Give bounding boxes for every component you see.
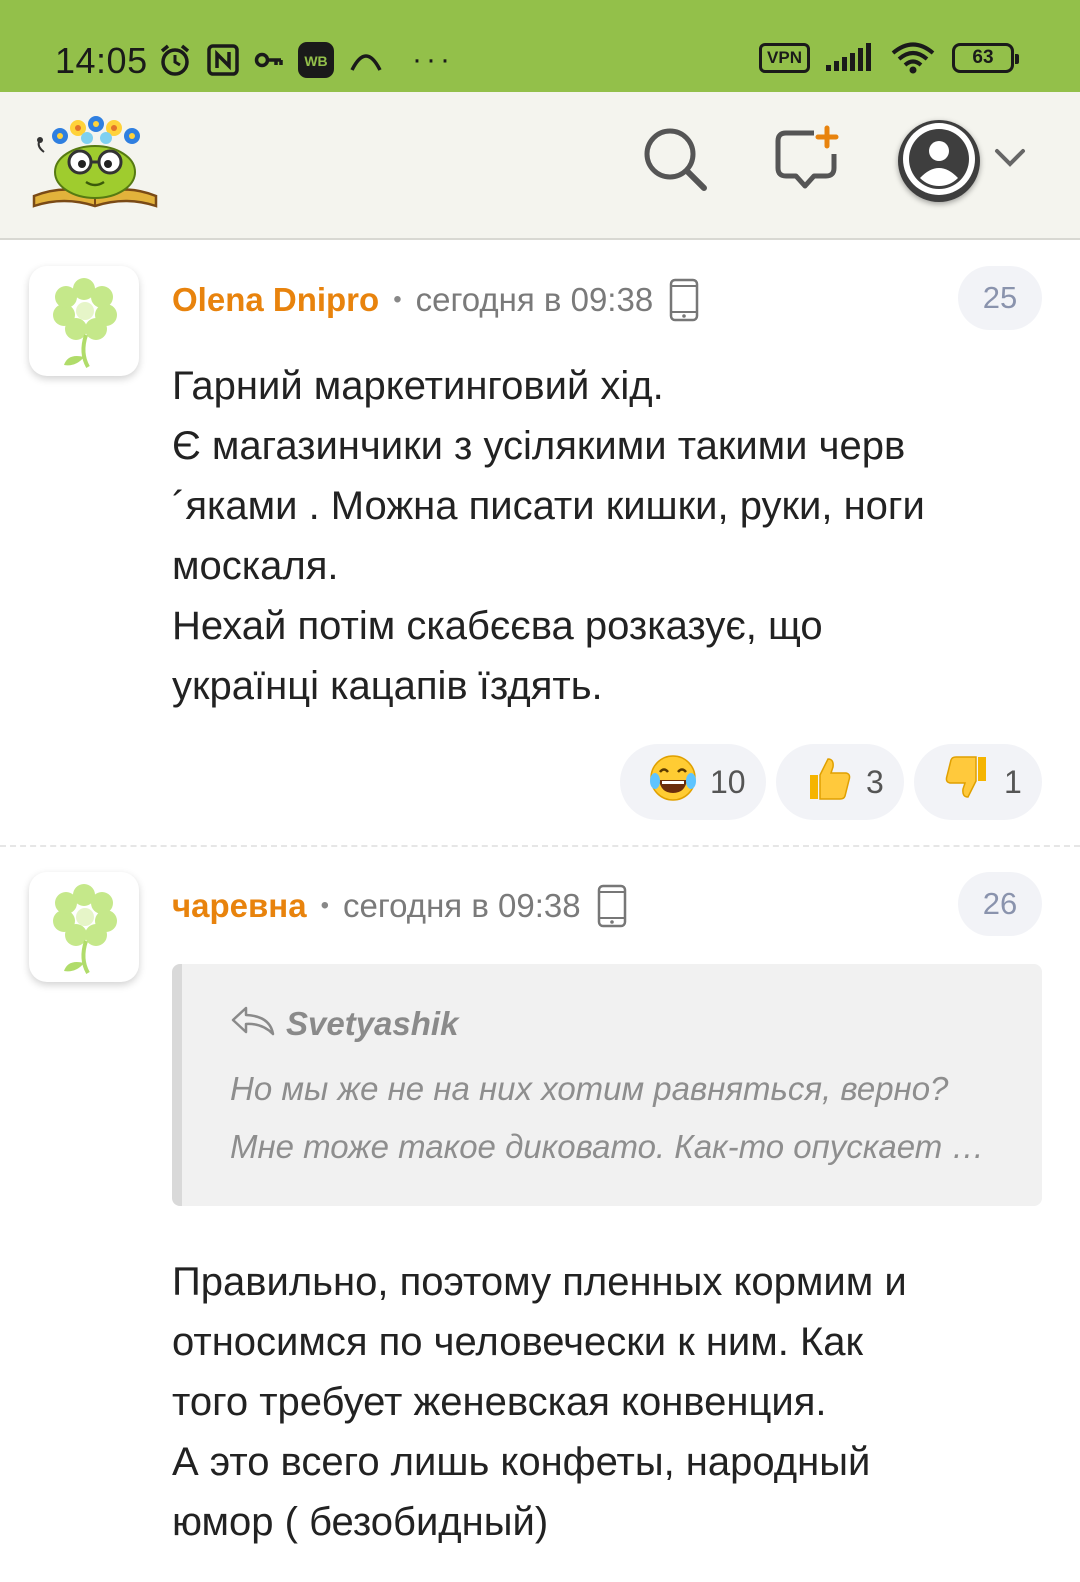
- quote-author[interactable]: Svetyashik: [286, 1005, 458, 1043]
- comment-meta: чаревна • сегодня в 09:38: [172, 881, 627, 931]
- signal-icon: [826, 43, 874, 73]
- thumbs-down-icon: [942, 753, 992, 811]
- avatar[interactable]: [29, 872, 139, 982]
- search-button[interactable]: [640, 126, 710, 196]
- comment-line: относимся по человечески к ним. Как: [172, 1320, 864, 1364]
- quote-header: Svetyashik: [230, 1004, 458, 1043]
- laughing-emoji-icon: [648, 753, 698, 811]
- flower-icon: [53, 278, 117, 368]
- status-overflow: ···: [412, 43, 454, 76]
- app-header: [0, 92, 1080, 240]
- user-avatar-button[interactable]: [898, 120, 980, 202]
- reaction-laugh-button[interactable]: 10: [620, 744, 766, 820]
- comment-author[interactable]: Olena Dnipro: [172, 281, 379, 319]
- reaction-like-button[interactable]: 3: [776, 744, 904, 820]
- comment-line: Правильно, поэтому пленных кормим и: [172, 1260, 907, 1304]
- comment-meta: Olena Dnipro • сегодня в 09:38: [172, 275, 699, 325]
- comment-25: Olena Dnipro • сегодня в 09:38 25 Гарний…: [0, 242, 1080, 846]
- account-menu-toggle[interactable]: [992, 142, 1028, 178]
- comment-line: ´яками . Можна писати кишки, руки, ноги: [172, 484, 925, 528]
- flower-icon: [53, 884, 117, 974]
- comment-line: москаля.: [172, 544, 339, 588]
- comment-author[interactable]: чаревна: [172, 887, 307, 925]
- avatar[interactable]: [29, 266, 139, 376]
- reply-arrow-icon: [230, 1004, 276, 1043]
- reactions-bar: 10 3 1: [620, 744, 1042, 820]
- reaction-dislike-button[interactable]: 1: [914, 744, 1042, 820]
- meta-separator: •: [320, 892, 330, 919]
- status-bar: 14:05 WB ··· VPN 63: [0, 0, 1080, 92]
- reaction-count: 3: [866, 763, 884, 800]
- comment-divider: [0, 845, 1080, 847]
- comment-number-badge[interactable]: 25: [958, 266, 1042, 330]
- wb-icon: WB: [298, 42, 334, 78]
- comment-body: Правильно, поэтому пленных кормим и отно…: [172, 1252, 1032, 1552]
- status-time: 14:05: [55, 40, 148, 81]
- meta-separator: •: [393, 286, 402, 313]
- reaction-count: 10: [710, 763, 746, 800]
- key-icon: [254, 50, 284, 70]
- comment-time: сегодня в 09:38: [415, 281, 654, 318]
- quote-text: Но мы же не на них хотим равняться, верн…: [230, 1060, 1020, 1176]
- search-icon: [640, 124, 710, 199]
- status-left-icons: WB ···: [158, 42, 454, 78]
- comment-line: А это всего лишь конфеты, народный: [172, 1440, 871, 1484]
- comment-line: Гарний маркетинговий хід.: [172, 364, 664, 408]
- mobile-device-icon: [669, 278, 699, 322]
- comment-time: сегодня в 09:38: [343, 887, 581, 924]
- comment-line: юмор ( безобидный): [172, 1500, 549, 1544]
- svg-text:WB: WB: [304, 53, 327, 69]
- mobile-device-icon: [597, 884, 627, 928]
- comment-body: Гарний маркетинговий хід. Є магазинчики …: [172, 356, 1032, 716]
- comment-line: того требует женевская конвенция.: [172, 1380, 827, 1424]
- comment-line: Є магазинчики з усілякими такими черв: [172, 424, 906, 468]
- book-mascot-logo[interactable]: [30, 110, 160, 212]
- quote-line: Но мы же не на них хотим равняться, верн…: [230, 1070, 949, 1107]
- wifi-icon: [890, 42, 936, 74]
- quote-line: Мне тоже такое диковато. Как-то опускает…: [230, 1128, 985, 1165]
- new-topic-icon: [772, 124, 842, 199]
- arc-icon: [348, 46, 384, 74]
- comment-line: Нехай потім скабєєва розказує, що: [172, 604, 823, 648]
- alarm-icon: [158, 43, 192, 77]
- battery-indicator: 63: [952, 43, 1019, 73]
- chevron-down-icon: [993, 147, 1027, 174]
- reaction-count: 1: [1004, 763, 1022, 800]
- new-topic-button[interactable]: [772, 124, 842, 199]
- status-right-icons: VPN 63: [759, 42, 1019, 74]
- comment-line: українці кацапів їздять.: [172, 664, 603, 708]
- comment-number-badge[interactable]: 26: [958, 872, 1042, 936]
- thumbs-up-icon: [804, 753, 854, 811]
- nfc-icon: [206, 43, 240, 77]
- comment-26: чаревна • сегодня в 09:38 26 Svetyashik …: [0, 848, 1080, 1582]
- user-avatar-icon: [898, 120, 980, 202]
- quoted-reply[interactable]: Svetyashik Но мы же не на них хотим равн…: [172, 964, 1042, 1206]
- vpn-badge: VPN: [759, 43, 810, 73]
